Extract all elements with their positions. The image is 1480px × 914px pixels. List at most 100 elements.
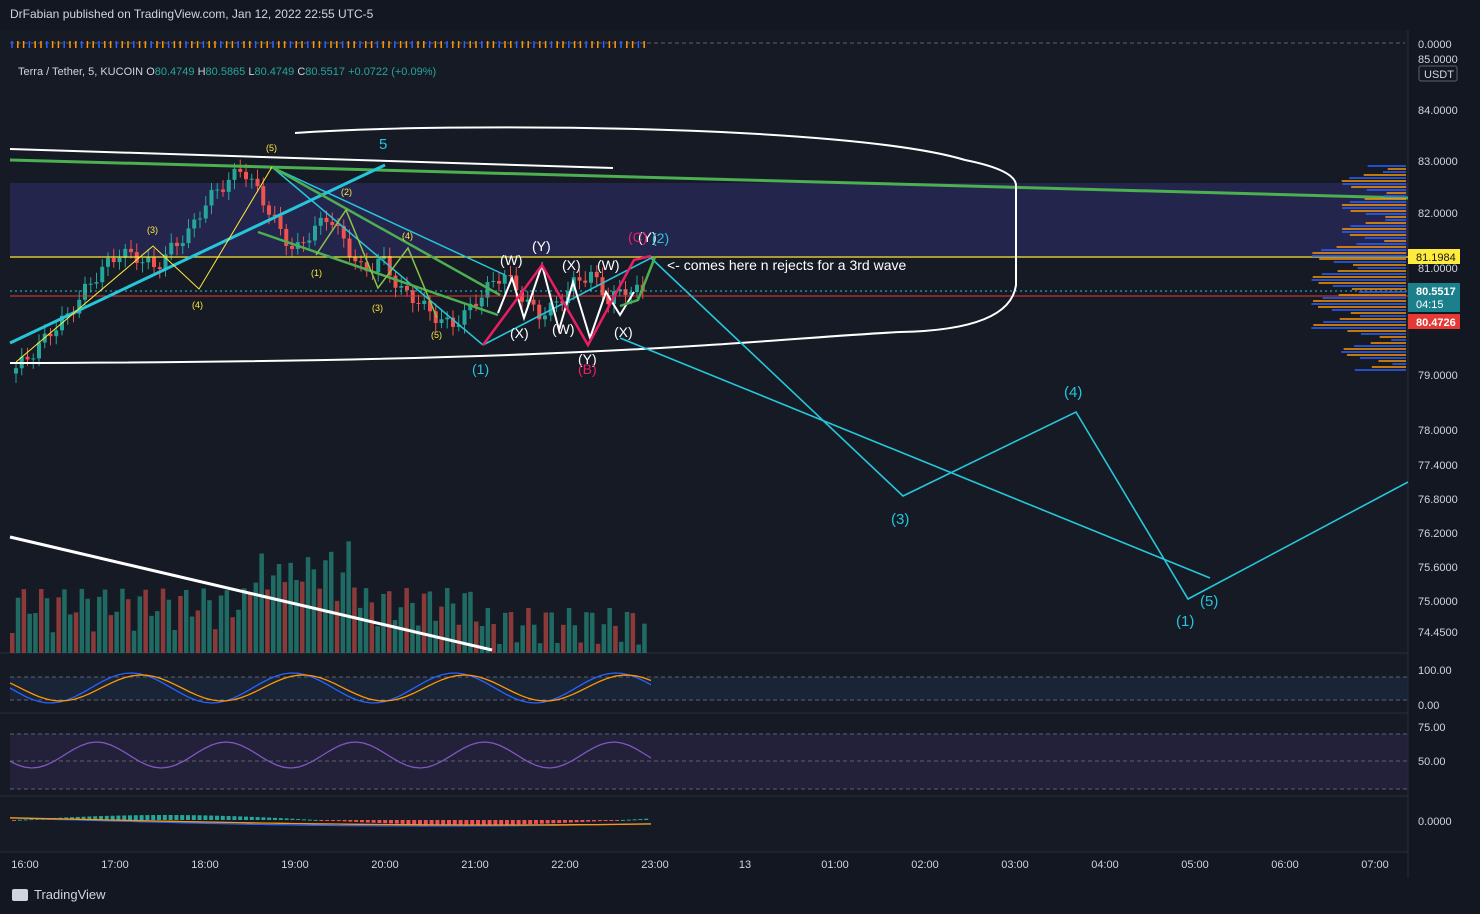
macd-bar — [580, 820, 585, 822]
volume-profile-bar — [1333, 261, 1406, 263]
volume-bar — [33, 613, 38, 653]
macd-bar — [545, 820, 550, 824]
volume-profile-bar — [1321, 249, 1406, 251]
volume-bar — [416, 625, 421, 653]
time-tick: 16:00 — [11, 859, 39, 871]
macd-bar — [255, 817, 260, 820]
volume-profile-bar — [1379, 336, 1406, 338]
candle-body — [422, 300, 427, 304]
volume-bar — [201, 588, 206, 653]
volume-profile-bar — [1364, 237, 1406, 239]
volume-bar — [143, 589, 148, 653]
macd-bar — [336, 820, 341, 822]
macd-bar — [626, 819, 631, 821]
candle-body — [186, 228, 191, 244]
high-label: H — [197, 66, 206, 78]
open-value: 80.4749 — [154, 66, 195, 78]
volume-profile-bar — [1385, 219, 1406, 221]
candle-body — [290, 245, 294, 249]
time-tick: 13 — [739, 859, 751, 871]
candle-body — [54, 330, 59, 337]
time-tick: 04:00 — [1091, 859, 1119, 871]
macd-bar — [186, 815, 190, 820]
macd-tick-0: 0.0000 — [1418, 816, 1452, 828]
wxy-label: (Y) — [532, 238, 551, 254]
candle-body — [261, 186, 266, 206]
macd-bar — [313, 819, 318, 821]
candle-body — [226, 179, 231, 192]
volume-bar — [62, 589, 67, 653]
macd-bar — [493, 820, 498, 825]
symbol-name: Terra / Tether, 5, KUCOIN — [18, 66, 144, 78]
volume-bar — [503, 612, 508, 653]
volume-profile-bar — [1356, 243, 1406, 245]
volume-bar — [172, 629, 177, 653]
volume-bar — [242, 588, 247, 653]
wave-label-4: (4) — [1064, 384, 1082, 401]
volume-profile-bar — [1365, 222, 1406, 224]
price-tick-partial: 85.0000 — [1418, 54, 1458, 66]
time-tick: 03:00 — [1001, 859, 1029, 871]
chart-canvas[interactable]: 0.0000 85.0000 USDT 84.0000 83.0000 82.000… — [0, 0, 1480, 914]
candle-body — [129, 248, 133, 253]
tradingview-logo[interactable]: TradingView — [12, 887, 106, 902]
volume-profile-bar — [1351, 186, 1406, 188]
price-tick: 76.2000 — [1418, 528, 1458, 540]
volume-profile-bar — [1350, 312, 1406, 314]
volume-profile-bar — [1311, 303, 1406, 305]
volume-profile-bar — [1363, 174, 1406, 176]
volume-bar — [207, 600, 212, 653]
minor-label: (1) — [311, 268, 322, 278]
stoch-band — [10, 677, 1408, 700]
candle-body — [623, 289, 628, 295]
volume-bar — [44, 598, 50, 653]
candle-body — [94, 282, 99, 284]
candle-body — [249, 178, 254, 180]
macd-bar — [597, 820, 602, 822]
volume-bar — [137, 596, 143, 653]
macd-bar — [406, 820, 411, 825]
volume-bar — [126, 599, 131, 653]
volume-bar — [445, 588, 450, 653]
volume-profile-bar — [1370, 342, 1406, 344]
volume-profile-bar — [1339, 318, 1406, 320]
volume-profile-bar — [1354, 369, 1406, 371]
macd-bar — [290, 818, 295, 820]
wave-label-1b: (1) — [1176, 613, 1194, 630]
minor-label: (5) — [431, 330, 442, 340]
macd-bar — [615, 820, 620, 821]
wxy-label: (X) — [510, 325, 529, 341]
time-tick: 07:00 — [1361, 859, 1389, 871]
volume-bar — [375, 626, 380, 653]
price-tick: 75.6000 — [1418, 562, 1458, 574]
countdown-timer: 04:15 — [1416, 299, 1444, 311]
volume-bar — [497, 643, 502, 653]
volume-bar — [282, 582, 288, 653]
symbol-legend[interactable]: Terra / Tether, 5, KUCOIN O80.4749 H80.5… — [18, 66, 436, 78]
high-value: 80.5865 — [205, 66, 246, 78]
macd-bar — [122, 815, 127, 820]
candle-body — [301, 242, 306, 244]
volume-profile-bar — [1349, 201, 1406, 203]
volume-bar — [346, 541, 351, 653]
minor-label: (5) — [266, 143, 277, 153]
rsi-tick-50: 50.00 — [1418, 756, 1446, 768]
wave-label-big5: 5 — [379, 136, 387, 153]
candle-body — [146, 257, 151, 263]
volume-bar — [189, 616, 195, 653]
time-tick: 06:00 — [1271, 859, 1299, 871]
macd-bar — [151, 815, 156, 820]
candle-body — [209, 189, 214, 206]
volume-profile-bar — [1311, 255, 1406, 257]
price-tick: 74.4500 — [1418, 627, 1458, 639]
wxy-label: (W) — [500, 252, 523, 268]
volume-profile-bar — [1343, 348, 1406, 350]
volume-profile-bar — [1346, 354, 1406, 356]
macd-bar — [354, 820, 359, 822]
macd-bar — [215, 815, 219, 820]
volume-bar — [590, 612, 595, 653]
volume-profile-bar — [1331, 309, 1406, 311]
candle-body — [31, 358, 36, 360]
price-label-yellow: 81.1984 — [1416, 252, 1456, 264]
macd-bar — [348, 820, 353, 822]
